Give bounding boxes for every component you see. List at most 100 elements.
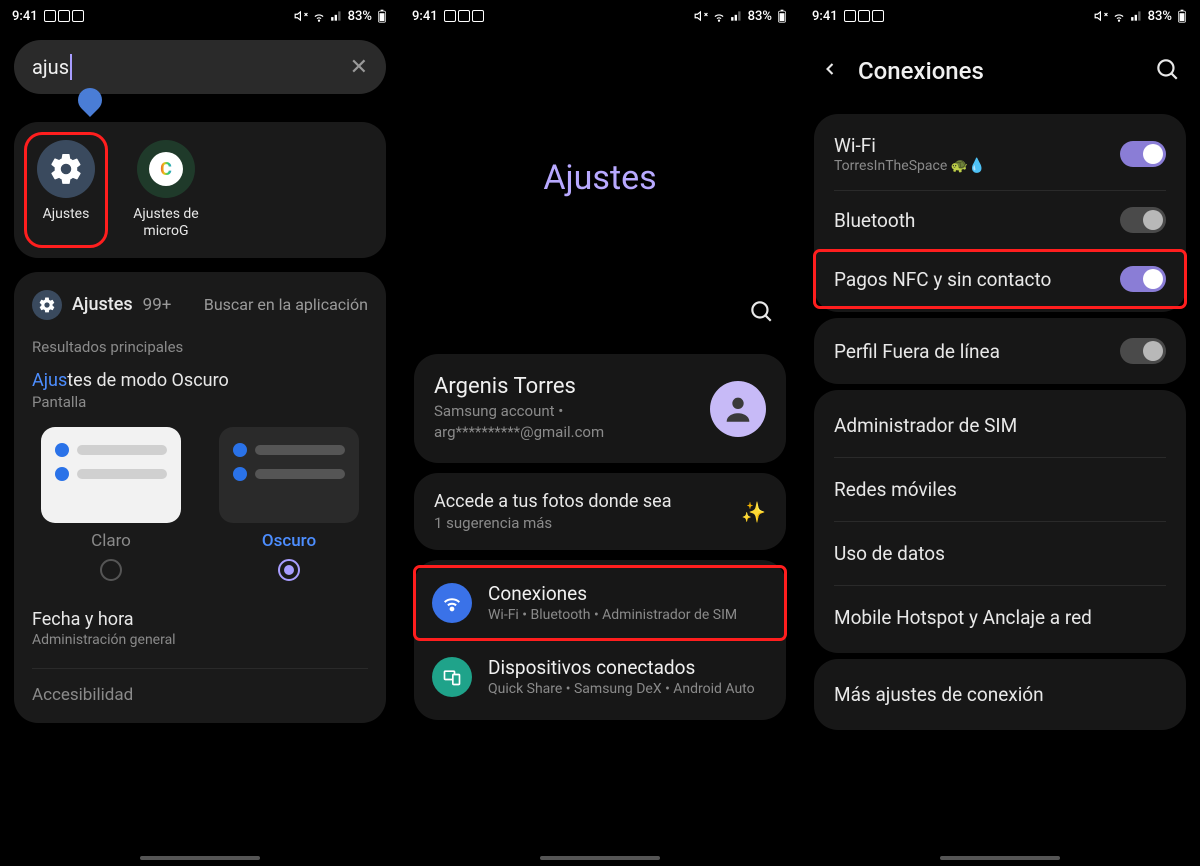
signal-icon [730, 9, 744, 23]
volume-mute-icon [294, 9, 308, 23]
conn-title: Perfil Fuera de línea [834, 340, 1108, 363]
conn-row-more[interactable]: Más ajustes de conexión [814, 663, 1186, 726]
notification-icons [44, 10, 84, 22]
result-row-date-time[interactable]: Fecha y hora Administración general [32, 595, 368, 662]
conn-title: Bluetooth [834, 209, 1108, 232]
dark-mode-sub: Pantalla [32, 393, 368, 411]
toggle-wifi[interactable] [1120, 141, 1166, 167]
clear-icon[interactable]: ✕ [350, 55, 368, 80]
theme-options: Claro Oscuro [32, 427, 368, 581]
suggestion-sub: 1 sugerencia más [434, 514, 672, 532]
battery-icon [376, 9, 388, 23]
toggle-bluetooth[interactable] [1120, 207, 1166, 233]
search-value: ajus [32, 55, 69, 79]
toggle-offline[interactable] [1120, 338, 1166, 364]
search-input[interactable]: ajus ✕ [14, 40, 386, 94]
search-icon[interactable] [1154, 56, 1180, 86]
connections-card-1: Wi-Fi TorresInTheSpace 🐢💧 Bluetooth Pago… [814, 114, 1186, 312]
status-bar: 9:41 83% [400, 0, 800, 28]
conn-row-offline[interactable]: Perfil Fuera de línea [814, 322, 1186, 380]
app-results-card: Ajustes C Ajustes de microG [14, 122, 386, 258]
theme-preview [219, 427, 359, 523]
nav-handle[interactable] [140, 856, 260, 860]
app-label: Ajustes [43, 206, 90, 223]
account-sub: Samsung account • arg**********@gmail.co… [434, 401, 696, 443]
radio-icon[interactable] [278, 559, 300, 581]
wifi-icon [1112, 9, 1126, 23]
section-label: Resultados principales [32, 338, 368, 356]
app-result-microg[interactable]: C Ajustes de microG [126, 140, 206, 240]
gear-icon [37, 140, 95, 198]
status-battery: 83% [348, 9, 372, 24]
row-sub: Wi-Fi • Bluetooth • Administrador de SIM [488, 606, 768, 624]
detail-header[interactable]: Ajustes 99+ Buscar en la aplicación [32, 290, 368, 320]
toggle-nfc[interactable] [1120, 266, 1166, 292]
status-battery: 83% [1148, 9, 1172, 24]
notification-icons [844, 10, 884, 22]
connections-card-2: Administrador de SIM Redes móviles Uso d… [814, 390, 1186, 653]
wifi-icon [312, 9, 326, 23]
back-icon[interactable] [820, 57, 840, 85]
settings-row-connections[interactable]: Conexiones Wi-Fi • Bluetooth • Administr… [414, 566, 786, 640]
theme-preview [41, 427, 181, 523]
search-icon[interactable] [748, 298, 774, 328]
devices-icon [432, 657, 472, 697]
row-title: Dispositivos conectados [488, 656, 768, 679]
avatar-icon [710, 381, 766, 437]
status-right: 83% [1094, 9, 1188, 24]
wifi-icon [712, 9, 726, 23]
account-card[interactable]: Argenis Torres Samsung account • arg****… [414, 354, 786, 463]
gear-icon [32, 290, 62, 320]
conn-row-mobile-networks[interactable]: Redes móviles [814, 458, 1186, 521]
connections-card-more: Más ajustes de conexión [814, 659, 1186, 730]
detail-count: 99+ [143, 295, 172, 315]
battery-icon [1176, 9, 1188, 23]
notification-icons [444, 10, 484, 22]
nav-handle[interactable] [540, 856, 660, 860]
dark-mode-result[interactable]: Ajustes de modo Oscuro Pantalla [32, 370, 368, 411]
page-title: Ajustes [400, 158, 800, 198]
status-time: 9:41 [12, 9, 38, 24]
account-name: Argenis Torres [434, 374, 696, 399]
conn-title: Pagos NFC y sin contacto [834, 268, 1108, 291]
status-right: 83% [694, 9, 788, 24]
theme-dark-option[interactable]: Oscuro [210, 427, 368, 581]
signal-icon [1130, 9, 1144, 23]
status-right: 83% [294, 9, 388, 24]
volume-mute-icon [1094, 9, 1108, 23]
theme-light-label: Claro [91, 531, 131, 551]
conn-title: Wi-Fi [834, 134, 1108, 157]
text-cursor [70, 54, 72, 80]
settings-row-devices[interactable]: Dispositivos conectados Quick Share • Sa… [414, 640, 786, 714]
conn-row-sim[interactable]: Administrador de SIM [814, 394, 1186, 457]
wifi-icon [432, 583, 472, 623]
connections-card-offline: Perfil Fuera de línea [814, 318, 1186, 384]
detail-title: Ajustes [72, 294, 133, 315]
radio-icon[interactable] [100, 559, 122, 581]
status-time: 9:41 [812, 9, 838, 24]
search-in-app-link[interactable]: Buscar en la aplicación [204, 295, 368, 314]
conn-row-bluetooth[interactable]: Bluetooth [814, 191, 1186, 249]
status-time: 9:41 [412, 9, 438, 24]
cursor-handle[interactable] [73, 83, 107, 117]
theme-light-option[interactable]: Claro [32, 427, 190, 581]
dark-mode-title: Ajustes de modo Oscuro [32, 370, 368, 391]
conn-row-wifi[interactable]: Wi-Fi TorresInTheSpace 🐢💧 [814, 118, 1186, 190]
result-row-accessibility[interactable]: Accesibilidad [32, 675, 368, 705]
conn-row-data-usage[interactable]: Uso de datos [814, 522, 1186, 585]
nav-handle[interactable] [940, 856, 1060, 860]
row-sub: Quick Share • Samsung DeX • Android Auto [488, 680, 768, 698]
status-bar: 9:41 83% [800, 0, 1200, 28]
conn-row-nfc[interactable]: Pagos NFC y sin contacto [814, 250, 1186, 308]
settings-list: Conexiones Wi-Fi • Bluetooth • Administr… [414, 560, 786, 720]
app-result-ajustes[interactable]: Ajustes [26, 134, 106, 246]
phone-screen-1: 9:41 83% ajus ✕ [0, 0, 400, 866]
search-detail-card: Ajustes 99+ Buscar en la aplicación Resu… [14, 272, 386, 723]
conn-row-hotspot[interactable]: Mobile Hotspot y Anclaje a red [814, 586, 1186, 649]
microg-icon: C [137, 140, 195, 198]
suggestion-card[interactable]: Accede a tus fotos donde sea 1 sugerenci… [414, 473, 786, 550]
volume-mute-icon [694, 9, 708, 23]
status-bar: 9:41 83% [0, 0, 400, 28]
sparkle-icon: ✨ [741, 500, 766, 524]
phone-screen-2: 9:41 83% Ajustes Argenis Torres Samsung … [400, 0, 800, 866]
